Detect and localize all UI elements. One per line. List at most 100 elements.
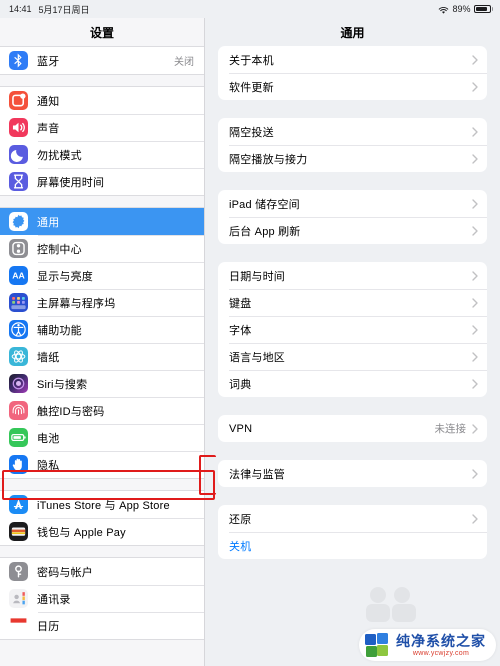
detail-row-label: 还原 <box>229 513 252 526</box>
chevron-right-icon <box>472 225 478 236</box>
chevron-right-icon <box>472 324 478 335</box>
detail-row-label: VPN <box>229 422 253 435</box>
wallet-icon <box>9 522 28 541</box>
detail-row-keyboard[interactable]: 键盘 <box>218 289 487 316</box>
sidebar-item-display-brightness[interactable]: AA 显示与亮度 <box>0 262 204 289</box>
wifi-icon <box>438 6 449 15</box>
detail-row-date-time[interactable]: 日期与时间 <box>218 262 487 289</box>
detail-row-software-update[interactable]: 软件更新 <box>218 73 487 100</box>
sidebar-group-accounts: 密码与帐户 通讯录 日历 <box>0 557 204 640</box>
detail-row-label: 日期与时间 <box>229 270 285 283</box>
sidebar-item-general[interactable]: 通用 <box>0 208 204 235</box>
touch-id-icon <box>9 401 28 420</box>
detail-row-label: 键盘 <box>229 297 252 310</box>
sidebar-item-label: 勿扰模式 <box>37 149 82 162</box>
detail-group-vpn: VPN 未连接 <box>218 415 487 442</box>
detail-group-reset: 还原 关机 <box>218 505 487 559</box>
watermark-text: 纯净系统之家 www.ycwjzy.com <box>396 634 486 657</box>
sidebar-item-label: 密码与帐户 <box>37 566 93 579</box>
detail-row-label: 后台 App 刷新 <box>229 225 301 238</box>
detail-row-reset[interactable]: 还原 <box>218 505 487 532</box>
detail-row-about[interactable]: 关于本机 <box>218 46 487 73</box>
sidebar-item-label: 辅助功能 <box>37 324 82 337</box>
sidebar-item-do-not-disturb[interactable]: 勿扰模式 <box>0 141 204 168</box>
sidebar-item-wallet-apple-pay[interactable]: 钱包与 Apple Pay <box>0 518 204 545</box>
sidebar-item-value: 关闭 <box>174 57 194 68</box>
detail-row-language-region[interactable]: 语言与地区 <box>218 343 487 370</box>
sidebar-item-contacts[interactable]: 通讯录 <box>0 585 204 612</box>
accessibility-icon <box>9 320 28 339</box>
chevron-right-icon <box>472 54 478 65</box>
sidebar-item-notifications[interactable]: 通知 <box>0 87 204 114</box>
chevron-right-icon <box>472 81 478 92</box>
sidebar-item-label: 墙纸 <box>37 351 60 364</box>
sidebar-item-siri-search[interactable]: Siri与搜索 <box>0 370 204 397</box>
sidebar-item-label: 控制中心 <box>37 243 82 256</box>
chevron-right-icon <box>472 468 478 479</box>
status-bar-left: 14:41 5月17日周日 <box>9 3 90 16</box>
calendar-icon <box>9 616 28 635</box>
detail-group-storage: iPad 储存空间 后台 App 刷新 <box>218 190 487 244</box>
sidebar-item-passwords-accounts[interactable]: 密码与帐户 <box>0 558 204 585</box>
do-not-disturb-icon <box>9 145 28 164</box>
detail-row-label: iPad 储存空间 <box>229 198 300 211</box>
sidebar-item-label: Siri与搜索 <box>37 378 88 391</box>
status-bar-date: 5月17日周日 <box>38 4 90 15</box>
watermark: 纯净系统之家 www.ycwjzy.com <box>359 629 496 661</box>
detail-row-label: 软件更新 <box>229 81 274 94</box>
sidebar-item-label: 声音 <box>37 122 60 135</box>
battery-icon <box>473 5 493 13</box>
sidebar-group-alerts: 通知 声音 勿扰模式 屏幕使用时间 <box>0 86 204 196</box>
sidebar-item-sounds[interactable]: 声音 <box>0 114 204 141</box>
sidebar-item-label: iTunes Store 与 App Store <box>37 499 170 512</box>
chevron-right-icon <box>472 198 478 209</box>
detail-row-value: 未连接 <box>434 423 467 435</box>
sidebar-item-itunes-app-store[interactable]: iTunes Store 与 App Store <box>0 491 204 518</box>
chevron-right-icon <box>472 513 478 524</box>
detail-row-label: 关机 <box>229 540 252 553</box>
detail-row-dictionary[interactable]: 词典 <box>218 370 487 397</box>
detail-row-label: 隔空播放与接力 <box>229 153 308 166</box>
passwords-key-icon <box>9 562 28 581</box>
detail-row-vpn[interactable]: VPN 未连接 <box>218 415 487 442</box>
sidebar-item-accessibility[interactable]: 辅助功能 <box>0 316 204 343</box>
control-center-icon <box>9 239 28 258</box>
siri-icon <box>9 374 28 393</box>
wallpaper-icon <box>9 347 28 366</box>
sidebar-item-wallpaper[interactable]: 墙纸 <box>0 343 204 370</box>
detail-row-legal-regulatory[interactable]: 法律与监管 <box>218 460 487 487</box>
battery-percent-label: 89% <box>452 4 471 14</box>
chevron-right-icon <box>472 351 478 362</box>
sidebar-item-home-screen-dock[interactable]: 主屏幕与程序坞 <box>0 289 204 316</box>
sidebar-item-touch-id-passcode[interactable]: 触控ID与密码 <box>0 397 204 424</box>
sidebar-item-label: 通知 <box>37 95 60 108</box>
sidebar-item-label: 蓝牙 <box>37 55 60 68</box>
app-store-icon <box>9 495 28 514</box>
sidebar-item-label: 触控ID与密码 <box>37 405 105 418</box>
sidebar-item-control-center[interactable]: 控制中心 <box>0 235 204 262</box>
detail-row-background-app-refresh[interactable]: 后台 App 刷新 <box>218 217 487 244</box>
detail-row-label: 关于本机 <box>229 54 274 67</box>
contacts-icon <box>9 589 28 608</box>
detail-row-airplay-handoff[interactable]: 隔空播放与接力 <box>218 145 487 172</box>
detail-row-ipad-storage[interactable]: iPad 储存空间 <box>218 190 487 217</box>
sound-icon <box>9 118 28 137</box>
detail-row-shut-down[interactable]: 关机 <box>218 532 487 559</box>
sidebar-item-bluetooth[interactable]: 蓝牙 关闭 <box>0 47 204 74</box>
detail-row-label: 词典 <box>229 378 252 391</box>
chevron-right-icon <box>472 378 478 389</box>
sidebar-item-label: 钱包与 Apple Pay <box>37 526 126 539</box>
chevron-right-icon <box>472 126 478 137</box>
settings-sidebar[interactable]: 设置 蓝牙 关闭 通知 声音 勿扰模式 屏幕使用时间 通用 控制中心 AA 显示… <box>0 18 205 666</box>
sidebar-item-calendar[interactable]: 日历 <box>0 612 204 639</box>
detail-row-fonts[interactable]: 字体 <box>218 316 487 343</box>
sidebar-item-battery[interactable]: 电池 <box>0 424 204 451</box>
sidebar-item-screen-time[interactable]: 屏幕使用时间 <box>0 168 204 195</box>
status-bar: 14:41 5月17日周日 89% <box>0 0 500 18</box>
general-detail-pane: 通用 关于本机 软件更新 隔空投送 隔空播放与接力 iPad 储存空间 后台 A… <box>205 18 500 666</box>
detail-row-airdrop[interactable]: 隔空投送 <box>218 118 487 145</box>
sidebar-item-privacy[interactable]: 隐私 <box>0 451 204 478</box>
